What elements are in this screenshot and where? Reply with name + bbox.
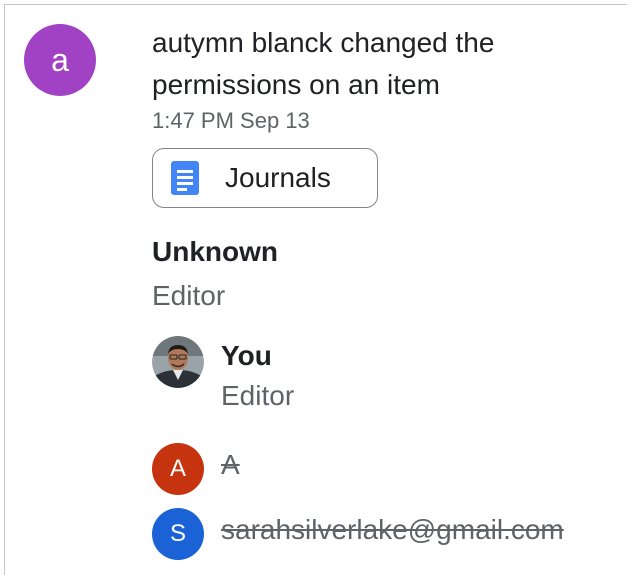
person-avatar-a[interactable]: A	[152, 443, 204, 495]
permission-group-title: Unknown	[152, 236, 278, 267]
person-avatar-s[interactable]: S	[152, 508, 204, 560]
person-name: You	[221, 340, 272, 371]
person-role: Editor	[221, 380, 295, 411]
actor-avatar[interactable]: a	[24, 24, 96, 96]
person-name-removed: A	[221, 449, 240, 480]
file-name: Journals	[225, 162, 331, 193]
permission-group-role: Editor	[152, 280, 226, 311]
person-email-removed: sarahsilverlake@gmail.com	[221, 514, 564, 545]
activity-description: autymn blanck changed the permissions on…	[152, 27, 495, 100]
file-chip[interactable]: Journals	[152, 148, 378, 208]
profile-photo-icon	[152, 336, 204, 388]
google-docs-icon	[171, 161, 199, 195]
person-avatar-initial: A	[169, 455, 186, 482]
activity-timestamp: 1:47 PM Sep 13	[152, 108, 310, 133]
actor-avatar-initial: a	[51, 41, 69, 78]
profile-photo-avatar[interactable]	[152, 336, 204, 388]
person-avatar-initial: S	[169, 520, 186, 547]
